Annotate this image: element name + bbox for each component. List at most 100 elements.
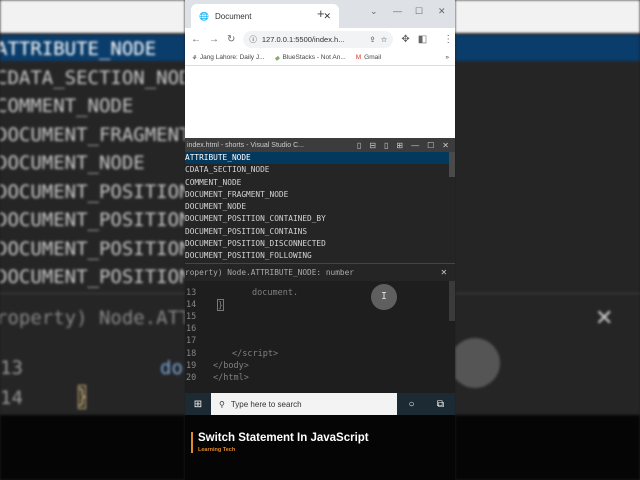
code-line: } [217,298,225,312]
line-number: 20 [186,372,197,383]
bookmark-label: BlueStacks - Not An... [282,54,346,61]
bg-close-icon: ✕ [595,305,614,330]
back-icon[interactable]: ← [191,34,201,45]
tab-search-icon[interactable]: ⌄ [370,6,378,17]
bg-cursor [455,338,500,388]
share-icon[interactable]: ⇪ [369,35,375,44]
bookmarks-bar: ⚘ Jang Lahore: Daily J... ◆ BlueStacks - N… [185,50,455,66]
bg-line-number: 14 [0,387,23,409]
bg-detail: roperty) Node.ATTRIBUTE_NODE: number [0,307,185,329]
line-number: 19 [186,360,197,371]
tab-title: Document [214,11,252,21]
video-frame: 🌐 Document ✕ + ⌄ — ☐ ✕ ← → ↻ ⓘ 127.0.0.1… [185,0,455,480]
task-view-icon[interactable]: ⧉ [426,399,455,410]
search-placeholder: Type here to search [230,399,302,409]
bookmark[interactable]: ⚘ Jang Lahore: Daily J... [191,54,265,62]
detail-text: roperty) Node.ATTRIBUTE_NODE: number [185,267,354,277]
blurred-background-left: ATTRIBUTE_NODE CDATA_SECTION_NODE COMMEN… [0,0,185,480]
layout-icon[interactable]: ▯ [357,141,361,150]
forward-icon[interactable]: → [209,34,219,45]
cortana-icon[interactable]: ○ [397,399,426,410]
bg-item: COMMENT_NODE [0,95,134,117]
menu-icon[interactable]: ⋮ [443,34,453,45]
line-number: 14 [186,299,197,310]
line-number: 16 [186,324,197,335]
suggestion-item[interactable]: ATTRIBUTE_NODE [185,152,455,165]
address-bar[interactable]: ⓘ 127.0.0.1:5500/index.h... ⇪ ☆ [243,30,394,48]
info-icon: ⓘ [249,34,257,44]
code-line: </body> [213,360,249,371]
line-number: 17 [186,336,197,347]
suggestion-item[interactable]: COMMENT_NODE [185,177,455,189]
bg-item: DOCUMENT_NODE [0,152,145,174]
bg-item: CDATA_SECTION_NODE [0,66,185,89]
suggestion-item[interactable]: DOCUMENT_NODE [185,201,455,213]
line-number: 13 [186,287,197,298]
taskbar-search[interactable]: ⚲ Type here to search [211,393,397,415]
windows-start-icon[interactable]: ⊞ [185,399,211,410]
bg-item: DOCUMENT_POSITION_CONTAINED_BY [0,180,185,203]
new-tab-button[interactable]: + [317,6,325,21]
bg-line-number: 13 [0,357,23,379]
suggestion-item[interactable]: DOCUMENT_FRAGMENT_NODE [185,189,455,201]
line-number: 15 [186,312,197,323]
suggestion-detail: roperty) Node.ATTRIBUTE_NODE: number ✕ [185,262,455,281]
vscode-window: index.html - shorts - Visual Studio C...… [185,138,455,393]
bg-item: DOCUMENT_POSITION_DISCONNECTED [0,237,185,260]
video-caption: Switch Statement In JavaScript Learning … [185,415,455,480]
maximize-button[interactable]: ☐ [415,6,423,17]
reload-icon[interactable]: ↻ [227,34,235,45]
bg-item: ATTRIBUTE_NODE [0,38,157,60]
more-bookmarks-icon[interactable]: » [445,54,449,61]
code-line: </html> [213,372,249,383]
gmail-icon: M [355,54,362,61]
bg-code: document. [160,357,185,379]
suggestion-item[interactable]: CDATA_SECTION_NODE [185,164,455,176]
bookmark[interactable]: ◆ BlueStacks - Not An... [275,54,346,62]
globe-icon: 🌐 [199,11,209,21]
scrollbar[interactable] [449,152,455,177]
minimize-button[interactable]: — [411,141,419,150]
caption-title: Switch Statement In JavaScript [198,432,369,444]
code-line: </script> [232,348,279,359]
customize-layout-icon[interactable]: ⊞ [396,141,403,150]
blurred-background-right: ✕ [455,0,640,480]
bluestacks-icon: ◆ [274,54,280,62]
vscode-title: index.html - shorts - Visual Studio C... [187,141,304,149]
minimize-button[interactable]: — [393,6,402,16]
url-text: 127.0.0.1:5500/index.h... [261,34,345,44]
close-button[interactable]: ✕ [442,141,449,150]
bg-item: DOCUMENT_POSITION_CONTAINS [0,209,185,231]
suggestion-item[interactable]: DOCUMENT_POSITION_CONTAINS [185,226,455,238]
bookmark-icon: ⚘ [191,54,197,62]
editor-scrollbar[interactable] [449,280,455,321]
bg-item: DOCUMENT_FRAGMENT_NODE [0,123,185,146]
line-number: 18 [186,348,197,359]
bg-item: DOCUMENT_POSITION_FOLLOWING [0,266,185,288]
browser-window: 🌐 Document ✕ + ⌄ — ☐ ✕ ← → ↻ ⓘ 127.0.0.1… [185,0,455,138]
panel-icon[interactable]: ⊟ [369,141,376,150]
code-editor[interactable]: 13 document. 14} 15 16 17 18 </script> 19 <… [185,280,455,385]
bg-brace: } [78,385,87,409]
suggestion-item[interactable]: DOCUMENT_POSITION_CONTAINED_BY [185,213,455,225]
accent-bar [191,432,193,453]
extensions-icon[interactable]: ✥ [401,34,409,45]
maximize-button[interactable]: ☐ [427,141,434,150]
search-icon: ⚲ [219,399,225,409]
close-detail-icon[interactable]: ✕ [440,268,447,277]
bookmark-label: Jang Lahore: Daily J... [199,54,265,61]
code-line: document. [252,287,299,298]
close-window-button[interactable]: ✕ [438,6,446,17]
star-icon[interactable]: ☆ [381,35,388,44]
sidebar-icon[interactable]: ▯ [384,141,388,150]
bookmark[interactable]: M Gmail [356,54,381,61]
suggestion-item[interactable]: DOCUMENT_POSITION_FOLLOWING [185,250,455,262]
mouse-cursor-highlight: I [371,283,397,310]
bg-suggestion-list: ATTRIBUTE_NODE CDATA_SECTION_NODE COMMEN… [0,35,185,292]
taskbar: ⊞ ⚲ Type here to search ○ ⧉ [185,393,455,415]
suggestion-item[interactable]: DOCUMENT_POSITION_DISCONNECTED [185,238,455,250]
channel-name: Learning Tech [198,447,236,453]
side-panel-icon[interactable]: ◧ [418,34,427,45]
bookmark-label: Gmail [364,54,382,61]
suggestion-list: ATTRIBUTE_NODE CDATA_SECTION_NODE COMMEN… [185,152,455,263]
